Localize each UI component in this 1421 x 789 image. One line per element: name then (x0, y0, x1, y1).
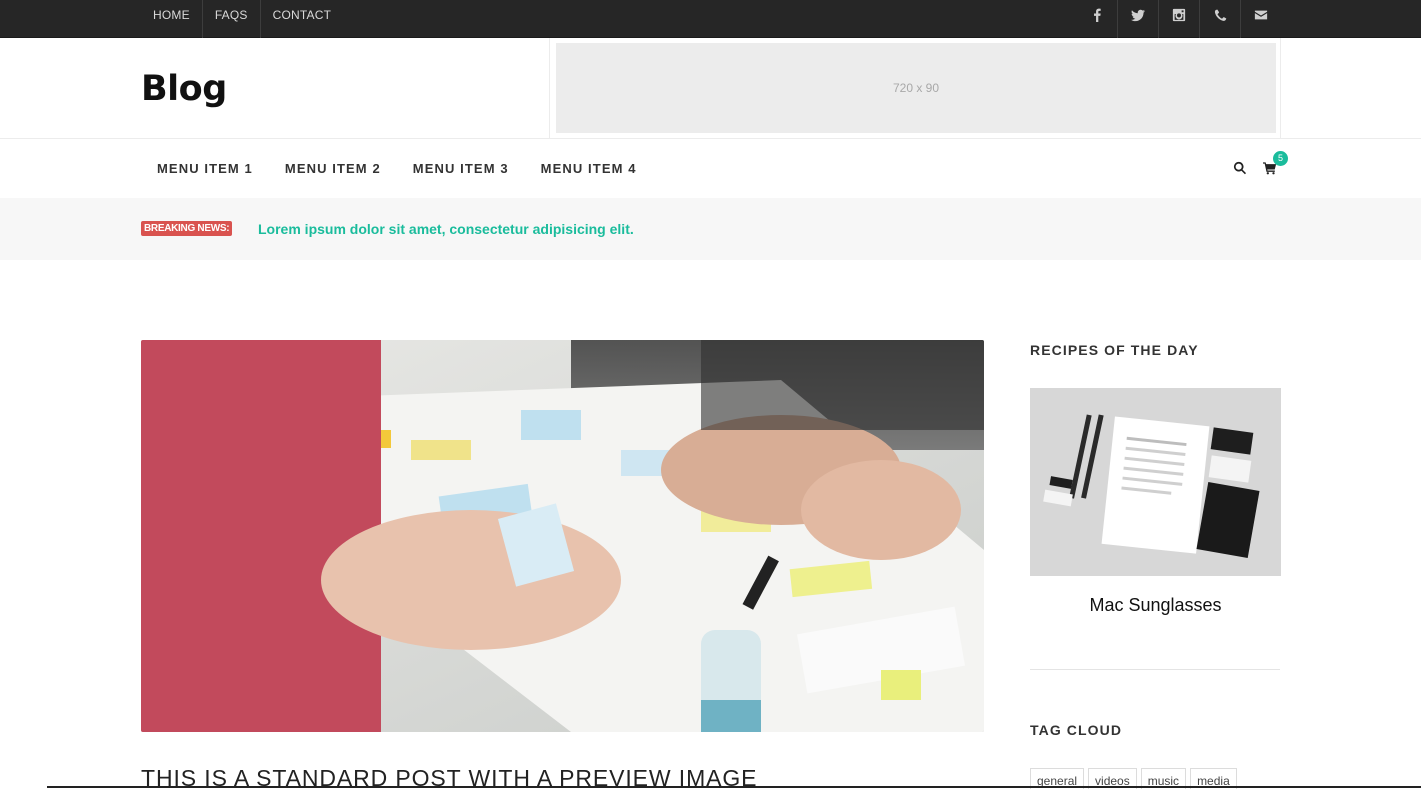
main-menu: MENU ITEM 1 MENU ITEM 2 MENU ITEM 3 MENU… (0, 139, 1421, 198)
top-nav-faqs[interactable]: FAQS (203, 0, 261, 38)
menu-item-4[interactable]: MENU ITEM 4 (525, 139, 653, 198)
breaking-news-label: BREAKING NEWS: (141, 221, 233, 236)
social-links (1076, 0, 1281, 38)
stationery-mockup-illustration (1030, 388, 1281, 576)
post-preview-image[interactable] (141, 340, 984, 732)
post-photo-illustration (141, 340, 984, 732)
menu-item-1[interactable]: MENU ITEM 1 (141, 139, 269, 198)
recipe-image[interactable] (1030, 388, 1281, 576)
top-nav-home[interactable]: HOME (141, 0, 203, 38)
phone-icon[interactable] (1199, 0, 1240, 38)
top-nav-contact[interactable]: CONTACT (261, 0, 344, 38)
main-menu-items: MENU ITEM 1 MENU ITEM 2 MENU ITEM 3 MENU… (141, 139, 653, 198)
menu-item-2[interactable]: MENU ITEM 2 (269, 139, 397, 198)
ad-banner[interactable]: 720 x 90 (556, 43, 1276, 133)
ad-container: 720 x 90 (549, 38, 1281, 139)
top-nav: HOME FAQS CONTACT (141, 0, 343, 38)
mail-icon[interactable] (1240, 0, 1281, 38)
tagcloud-widget-title: TAG CLOUD (1030, 722, 1123, 738)
instagram-icon[interactable] (1158, 0, 1199, 38)
site-header: Blog 720 x 90 (0, 38, 1421, 139)
menu-item-3[interactable]: MENU ITEM 3 (397, 139, 525, 198)
cart-icon[interactable]: 5 (1262, 151, 1288, 179)
breaking-news-link[interactable]: Lorem ipsum dolor sit amet, consectetur … (258, 221, 634, 237)
cart-count-badge: 5 (1273, 151, 1288, 166)
search-icon[interactable] (1232, 157, 1248, 179)
bottom-border (47, 786, 1421, 788)
recipe-name[interactable]: Mac Sunglasses (1030, 595, 1281, 616)
top-bar: HOME FAQS CONTACT (0, 0, 1421, 38)
sidebar-divider (1030, 669, 1280, 670)
ad-size-label: 720 x 90 (892, 81, 940, 95)
recipes-widget-title: RECIPES OF THE DAY (1030, 342, 1199, 358)
twitter-icon[interactable] (1117, 0, 1158, 38)
breaking-news-bar: BREAKING NEWS: Lorem ipsum dolor sit ame… (0, 198, 1421, 260)
site-logo[interactable]: Blog (141, 69, 227, 109)
facebook-icon[interactable] (1076, 0, 1117, 38)
menu-actions: 5 (1232, 151, 1288, 179)
